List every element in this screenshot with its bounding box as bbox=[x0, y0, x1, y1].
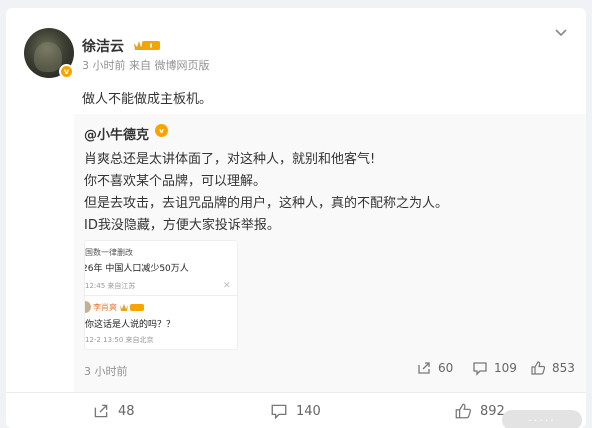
repost-line: ID我没隐藏，方便大家投诉举报。 bbox=[84, 218, 280, 233]
comment-button[interactable]: 140 bbox=[270, 396, 321, 426]
member-crown-icon bbox=[134, 41, 160, 50]
close-icon: ✕ bbox=[223, 281, 231, 291]
image-meta: 12:45 来自江苏 bbox=[85, 282, 136, 290]
verified-badge-icon: v bbox=[155, 124, 168, 137]
repost-comment-button[interactable]: 109 bbox=[472, 360, 517, 376]
comment-count: 140 bbox=[296, 403, 321, 419]
repost-username[interactable]: @小牛德克 bbox=[84, 124, 149, 143]
repost-image[interactable]: 国数一律删改 26年 中国人口减少50万人 12:45 来自江苏 ✕ 李肖爽 你… bbox=[84, 240, 238, 350]
chevron-down-icon[interactable] bbox=[554, 28, 568, 38]
share-count: 48 bbox=[118, 403, 135, 419]
watermark: ····· bbox=[502, 410, 582, 428]
share-icon bbox=[94, 404, 108, 418]
verified-badge-icon: v bbox=[59, 64, 74, 79]
repost-line: 肖爽总还是太讲体面了，对这种人，就别和他客气! bbox=[84, 152, 376, 167]
thumb-up-icon bbox=[455, 403, 471, 419]
like-count: 892 bbox=[480, 403, 505, 419]
post-meta: 3 小时前 来自 微博网页版 bbox=[82, 59, 210, 72]
repost-line: 你不喜欢某个品牌，可以理解。 bbox=[84, 174, 267, 189]
member-crown-icon bbox=[120, 304, 144, 311]
like-button[interactable]: 892 bbox=[454, 396, 505, 426]
post-username[interactable]: 徐洁云 bbox=[82, 36, 124, 56]
share-icon bbox=[418, 362, 430, 374]
image-text: 国数一律删改 bbox=[85, 248, 133, 257]
avatar bbox=[85, 301, 91, 313]
repost-time: 3 小时前 bbox=[84, 365, 128, 378]
image-reply-meta: 12-2 13:50 来自北京 bbox=[85, 336, 154, 344]
divider bbox=[6, 392, 586, 393]
share-count: 60 bbox=[438, 361, 454, 375]
thumb-up-icon bbox=[531, 361, 546, 375]
comment-count: 109 bbox=[494, 361, 517, 375]
repost-block: @小牛德克 v 肖爽总还是太讲体面了，对这种人，就别和他客气! 你不喜欢某个品牌… bbox=[74, 114, 586, 392]
comment-icon bbox=[473, 362, 487, 376]
divider bbox=[85, 295, 237, 296]
image-reply-text: 你这话是人说的吗？？ bbox=[85, 320, 176, 330]
comment-icon bbox=[271, 404, 287, 420]
image-text: 26年 中国人口减少50万人 bbox=[84, 264, 189, 274]
weibo-post-card: v 徐洁云 3 小时前 来自 微博网页版 做人不能做成主板机。 @小牛德克 v … bbox=[6, 8, 586, 428]
post-text: 做人不能做成主板机。 bbox=[82, 92, 213, 107]
share-button[interactable]: 48 bbox=[92, 396, 135, 426]
image-reply-name: 李肖爽 bbox=[93, 303, 117, 312]
repost-line: 但是去攻击，去诅咒品牌的用户，这种人，真的不配称之为人。 bbox=[84, 196, 449, 211]
repost-like-button[interactable]: 853 bbox=[530, 360, 575, 376]
like-count: 853 bbox=[552, 361, 575, 375]
repost-share-button[interactable]: 60 bbox=[416, 360, 453, 376]
